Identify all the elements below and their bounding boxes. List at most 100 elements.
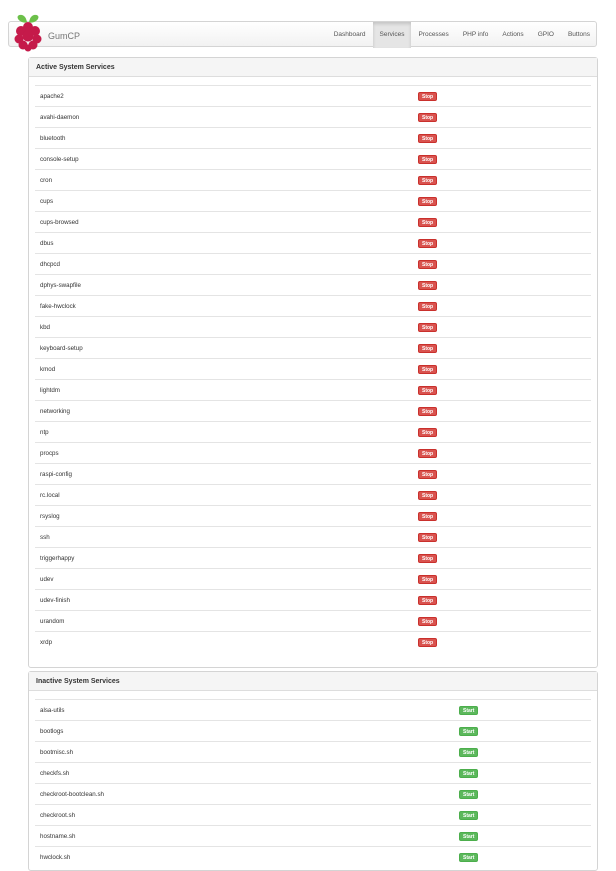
service-row: cups Stop bbox=[35, 190, 591, 211]
brand-name[interactable]: GumCP bbox=[48, 31, 80, 41]
stop-button[interactable]: Stop bbox=[418, 197, 438, 206]
start-button[interactable]: Start bbox=[459, 853, 479, 862]
nav-php-info[interactable]: PHP info bbox=[456, 22, 496, 48]
stop-button[interactable]: Stop bbox=[418, 323, 438, 332]
stop-button[interactable]: Stop bbox=[418, 428, 438, 437]
stop-button[interactable]: Stop bbox=[418, 449, 438, 458]
service-row: hostname.sh Start bbox=[35, 825, 591, 846]
stop-button[interactable]: Stop bbox=[418, 617, 438, 626]
nav-gpio[interactable]: GPIO bbox=[531, 22, 561, 48]
start-button[interactable]: Start bbox=[459, 748, 479, 757]
stop-button[interactable]: Stop bbox=[418, 218, 438, 227]
service-row: bootmisc.sh Start bbox=[35, 741, 591, 762]
service-row: dphys-swapfile Stop bbox=[35, 274, 591, 295]
service-name: kmod bbox=[40, 366, 56, 373]
service-row: apache2 Stop bbox=[35, 85, 591, 106]
stop-button[interactable]: Stop bbox=[418, 596, 438, 605]
service-row: lightdm Stop bbox=[35, 379, 591, 400]
service-row: fake-hwclock Stop bbox=[35, 295, 591, 316]
start-button[interactable]: Start bbox=[459, 811, 479, 820]
stop-button[interactable]: Stop bbox=[418, 470, 438, 479]
service-row: ssh Stop bbox=[35, 526, 591, 547]
service-name: xrdp bbox=[40, 639, 53, 646]
stop-button[interactable]: Stop bbox=[418, 134, 438, 143]
nav-services[interactable]: Services bbox=[372, 22, 412, 48]
service-name: ssh bbox=[40, 534, 50, 541]
service-row: rsyslog Stop bbox=[35, 505, 591, 526]
inactive-services-panel: Inactive System Services alsa-utils Start… bbox=[28, 671, 598, 871]
stop-button[interactable]: Stop bbox=[418, 365, 438, 374]
stop-button[interactable]: Stop bbox=[418, 386, 438, 395]
raspberry-pi-logo[interactable] bbox=[11, 12, 45, 52]
service-row: dbus Stop bbox=[35, 232, 591, 253]
nav-processes[interactable]: Processes bbox=[411, 22, 455, 48]
service-row: triggerhappy Stop bbox=[35, 547, 591, 568]
service-name: keyboard-setup bbox=[40, 345, 83, 352]
stop-button[interactable]: Stop bbox=[418, 512, 438, 521]
stop-button[interactable]: Stop bbox=[418, 407, 438, 416]
service-name: console-setup bbox=[40, 156, 79, 163]
service-name: udev-finish bbox=[40, 597, 70, 604]
service-name: dbus bbox=[40, 240, 54, 247]
service-row: alsa-utils Start bbox=[35, 699, 591, 720]
nav-dashboard[interactable]: Dashboard bbox=[327, 22, 373, 48]
stop-button[interactable]: Stop bbox=[418, 260, 438, 269]
stop-button[interactable]: Stop bbox=[418, 92, 438, 101]
service-name: fake-hwclock bbox=[40, 303, 76, 310]
service-name: lightdm bbox=[40, 387, 60, 394]
service-row: ntp Stop bbox=[35, 421, 591, 442]
stop-button[interactable]: Stop bbox=[418, 302, 438, 311]
start-button[interactable]: Start bbox=[459, 706, 479, 715]
service-row: avahi-daemon Stop bbox=[35, 106, 591, 127]
nav-buttons[interactable]: Buttons bbox=[561, 22, 597, 48]
service-row: raspi-config Stop bbox=[35, 463, 591, 484]
stop-button[interactable]: Stop bbox=[418, 281, 438, 290]
nav-actions[interactable]: Actions bbox=[495, 22, 530, 48]
service-name: dhcpcd bbox=[40, 261, 60, 268]
stop-button[interactable]: Stop bbox=[418, 638, 438, 647]
service-row: procps Stop bbox=[35, 442, 591, 463]
service-name: bluetooth bbox=[40, 135, 66, 142]
stop-button[interactable]: Stop bbox=[418, 176, 438, 185]
service-name: hwclock.sh bbox=[40, 854, 71, 861]
service-name: rc.local bbox=[40, 492, 60, 499]
service-name: cups-browsed bbox=[40, 219, 79, 226]
start-button[interactable]: Start bbox=[459, 727, 479, 736]
service-name: apache2 bbox=[40, 93, 64, 100]
service-row: rc.local Stop bbox=[35, 484, 591, 505]
service-row: urandom Stop bbox=[35, 610, 591, 631]
service-name: rsyslog bbox=[40, 513, 60, 520]
service-row: cups-browsed Stop bbox=[35, 211, 591, 232]
service-name: cron bbox=[40, 177, 53, 184]
start-button[interactable]: Start bbox=[459, 790, 479, 799]
stop-button[interactable]: Stop bbox=[418, 554, 438, 563]
start-button[interactable]: Start bbox=[459, 769, 479, 778]
service-row: checkroot.sh Start bbox=[35, 804, 591, 825]
start-button[interactable]: Start bbox=[459, 832, 479, 841]
service-row: checkroot-bootclean.sh Start bbox=[35, 783, 591, 804]
service-name: kbd bbox=[40, 324, 50, 331]
service-name: ntp bbox=[40, 429, 49, 436]
service-name: triggerhappy bbox=[40, 555, 75, 562]
service-row: kbd Stop bbox=[35, 316, 591, 337]
service-name: bootlogs bbox=[40, 728, 64, 735]
service-name: networking bbox=[40, 408, 70, 415]
stop-button[interactable]: Stop bbox=[418, 155, 438, 164]
active-services-list: apache2 Stop avahi-daemon Stop bluetooth Stop… bbox=[29, 77, 597, 652]
service-name: urandom bbox=[40, 618, 65, 625]
main-nav: Dashboard Services Processes PHP info Ac… bbox=[327, 22, 597, 48]
service-name: bootmisc.sh bbox=[40, 749, 74, 756]
stop-button[interactable]: Stop bbox=[418, 491, 438, 500]
service-row: udev Stop bbox=[35, 568, 591, 589]
stop-button[interactable]: Stop bbox=[418, 113, 438, 122]
stop-button[interactable]: Stop bbox=[418, 533, 438, 542]
inactive-services-title: Inactive System Services bbox=[29, 672, 597, 691]
stop-button[interactable]: Stop bbox=[418, 344, 438, 353]
stop-button[interactable]: Stop bbox=[418, 239, 438, 248]
service-row: bootlogs Start bbox=[35, 720, 591, 741]
service-row: dhcpcd Stop bbox=[35, 253, 591, 274]
service-row: udev-finish Stop bbox=[35, 589, 591, 610]
active-services-panel: Active System Services apache2 Stop avahi-… bbox=[28, 57, 598, 668]
stop-button[interactable]: Stop bbox=[418, 575, 438, 584]
service-row: kmod Stop bbox=[35, 358, 591, 379]
